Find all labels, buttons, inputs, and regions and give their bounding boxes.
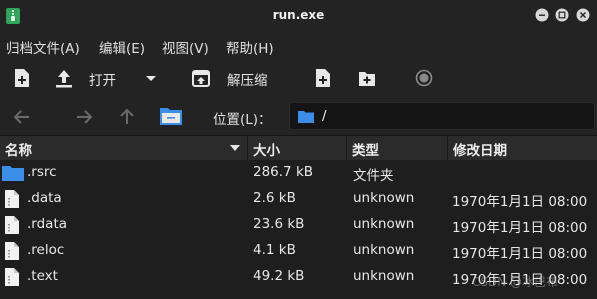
file-name: .reloc xyxy=(27,242,65,258)
folder-icon xyxy=(298,111,314,123)
minimize-icon[interactable] xyxy=(535,8,549,22)
location-path: / xyxy=(322,108,327,124)
file-size: 286.7 kB xyxy=(253,164,314,180)
menu-help[interactable]: 帮助(H) xyxy=(226,37,274,57)
file-name: .rdata xyxy=(27,216,68,232)
open-button[interactable]: 打开 xyxy=(89,69,116,89)
back-arrow-icon[interactable] xyxy=(12,108,32,126)
file-icon xyxy=(5,268,19,286)
column-header-name[interactable]: 名称 xyxy=(0,136,248,160)
file-name: .data xyxy=(27,190,62,206)
column-label: 类型 xyxy=(352,143,379,159)
column-header-size[interactable]: 大小 xyxy=(248,136,347,160)
column-header-type[interactable]: 类型 xyxy=(347,136,448,160)
file-size: 49.2 kB xyxy=(253,268,305,284)
menu-view[interactable]: 视图(V) xyxy=(162,37,209,57)
sort-descending-icon xyxy=(230,145,240,151)
toolbar: 打开 解压缩 xyxy=(0,58,597,98)
open-arrow-up-icon[interactable] xyxy=(55,68,73,88)
window-title: run.exe xyxy=(272,8,325,22)
column-label: 修改日期 xyxy=(453,143,507,159)
table-row[interactable]: .rdata 23.6 kB unknown 1970年1月1日 08:00 xyxy=(0,212,597,238)
dropdown-triangle-icon[interactable] xyxy=(145,68,157,88)
file-type: unknown xyxy=(353,190,415,206)
extract-icon[interactable] xyxy=(192,68,210,88)
forward-arrow-icon[interactable] xyxy=(74,108,94,126)
menu-bar: 归档文件(A) 编辑(E) 视图(V) 帮助(H) xyxy=(0,32,597,58)
file-type: 文件夹 xyxy=(353,168,394,184)
file-name: .rsrc xyxy=(27,164,57,180)
stop-icon[interactable] xyxy=(415,68,433,88)
up-arrow-icon[interactable] xyxy=(118,108,136,126)
maximize-icon[interactable] xyxy=(555,8,569,22)
table-row[interactable]: .rsrc 286.7 kB 文件夹 xyxy=(0,160,597,186)
file-modified: 1970年1月1日 08:00 xyxy=(452,194,588,210)
table-row[interactable]: .data 2.6 kB unknown 1970年1月1日 08:00 xyxy=(0,186,597,212)
file-type: unknown xyxy=(353,242,415,258)
file-icon xyxy=(5,216,19,234)
location-input[interactable]: / xyxy=(289,102,595,130)
file-modified: 1970年1月1日 08:00 xyxy=(452,220,588,236)
file-type: unknown xyxy=(353,268,415,284)
file-icon xyxy=(5,242,19,260)
file-size: 2.6 kB xyxy=(253,190,296,206)
file-type: unknown xyxy=(353,216,415,232)
file-name: .text xyxy=(27,268,58,284)
location-bar: 位置(L)： / xyxy=(0,98,597,136)
file-modified: 1970年1月1日 08:00 xyxy=(452,246,588,262)
new-archive-icon[interactable] xyxy=(14,68,30,88)
file-size: 4.1 kB xyxy=(253,242,296,258)
watermark: CSDN @冰巴布 xyxy=(472,275,559,289)
table-row[interactable]: .reloc 4.1 kB unknown 1970年1月1日 08:00 xyxy=(0,238,597,264)
folder-home-icon[interactable] xyxy=(159,105,183,127)
column-label: 名称 xyxy=(5,143,32,159)
folder-icon xyxy=(2,166,24,181)
menu-archive[interactable]: 归档文件(A) xyxy=(6,37,80,57)
menu-edit[interactable]: 编辑(E) xyxy=(99,37,145,57)
file-size: 23.6 kB xyxy=(253,216,305,232)
close-icon[interactable] xyxy=(576,8,590,22)
location-label: 位置(L)： xyxy=(213,112,272,128)
extract-button[interactable]: 解压缩 xyxy=(227,69,268,89)
table-header: 名称 大小 类型 修改日期 xyxy=(0,136,597,160)
title-bar: run.exe xyxy=(0,0,597,32)
column-label: 大小 xyxy=(253,143,280,159)
add-files-icon[interactable] xyxy=(315,68,331,88)
add-folder-icon[interactable] xyxy=(358,68,376,88)
column-header-modified[interactable]: 修改日期 xyxy=(448,136,597,160)
file-icon xyxy=(5,190,19,208)
